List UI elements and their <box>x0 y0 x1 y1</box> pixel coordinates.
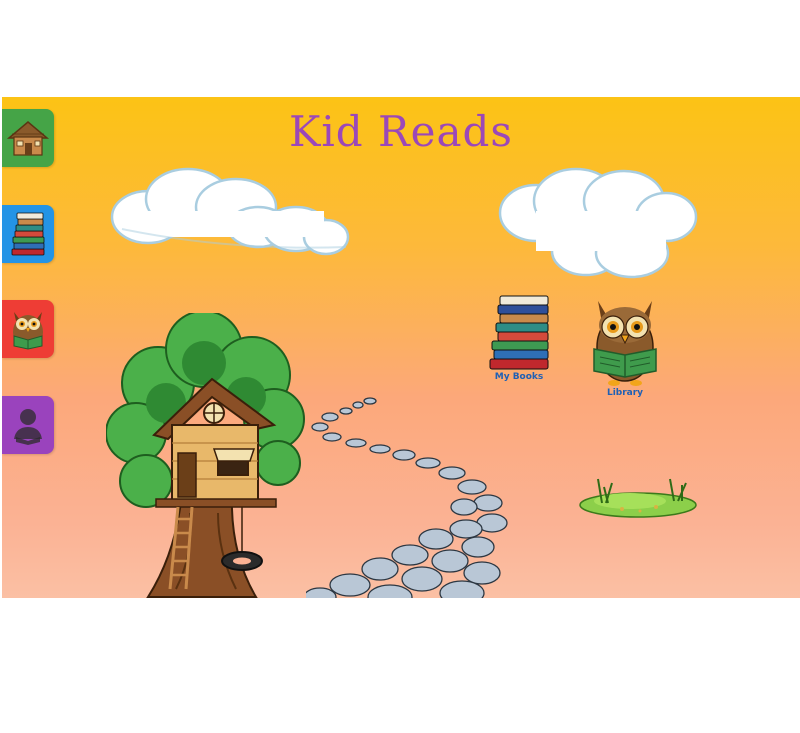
my-books-label: My Books <box>494 372 544 382</box>
nav-library-button[interactable] <box>2 300 54 358</box>
library-label: Library <box>606 388 644 398</box>
cloud-left <box>110 167 350 256</box>
book-stack-icon <box>11 212 45 256</box>
book-stack-icon <box>489 295 549 370</box>
reading-owl-icon <box>13 312 43 350</box>
nav-books-button[interactable] <box>2 205 54 263</box>
reading-owl-icon <box>593 301 657 386</box>
treehouse-illustration <box>106 313 305 598</box>
cloud-right <box>498 167 698 279</box>
library-item[interactable]: Library <box>588 295 662 398</box>
app-title: Kid Reads <box>288 107 513 156</box>
treehouse-hut-icon <box>6 121 50 156</box>
nav-profile-button[interactable] <box>2 396 54 454</box>
stone-path <box>306 397 508 598</box>
grass-mound <box>579 478 697 518</box>
nav-home-button[interactable] <box>2 109 54 167</box>
reader-person-icon <box>14 409 42 445</box>
home-scene: Kid Reads My Books Library <box>2 97 800 598</box>
my-books-item[interactable]: My Books <box>486 295 552 382</box>
